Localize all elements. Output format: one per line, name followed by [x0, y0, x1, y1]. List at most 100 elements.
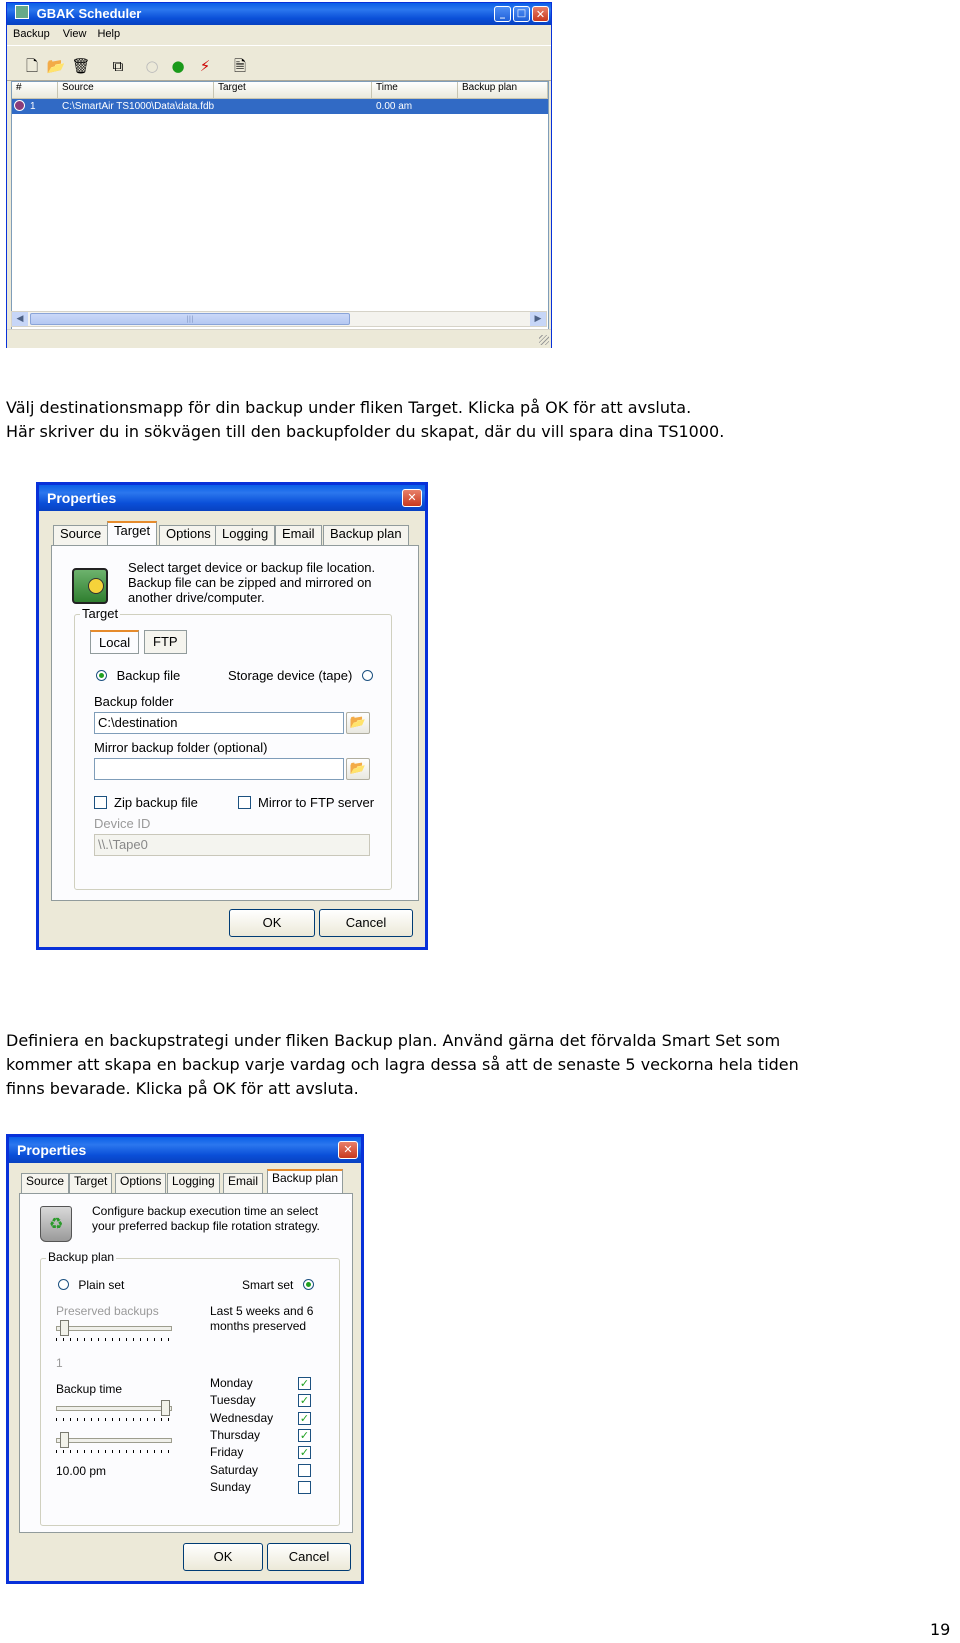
- report-icon[interactable]: 🗎: [229, 55, 251, 77]
- target-description-line2: Backup file can be zipped and mirrored o…: [128, 575, 372, 590]
- run-icon[interactable]: ●: [167, 55, 189, 77]
- close-button[interactable]: ✕: [532, 6, 549, 22]
- recycle-bin-icon: ♻: [40, 1206, 72, 1242]
- target-description-line3: another drive/computer.: [128, 590, 265, 605]
- resize-grip-icon[interactable]: [539, 335, 549, 345]
- scroll-left-icon[interactable]: ◀: [12, 312, 28, 326]
- properties-target-title: Properties: [47, 490, 117, 506]
- slider-thumb[interactable]: [60, 1320, 69, 1336]
- new-icon[interactable]: 🗋: [21, 55, 43, 77]
- properties-plan-close-button[interactable]: ✕: [338, 1141, 358, 1159]
- column-header-target[interactable]: Target: [214, 82, 372, 98]
- radio-backup-file-label: Backup file: [116, 668, 181, 683]
- mirror-folder-input[interactable]: [94, 758, 344, 780]
- slider-thumb[interactable]: [60, 1432, 69, 1448]
- menu-bar: Backup View Help: [7, 25, 551, 43]
- properties-plan-dialog: Properties ✕ Source Target Options Loggi…: [6, 1134, 364, 1584]
- preserved-backups-slider[interactable]: [56, 1320, 172, 1341]
- paragraph2-line1: Definiera en backupstrategi under fliken…: [6, 1031, 781, 1050]
- day-checkbox-tuesday[interactable]: ✓: [298, 1394, 311, 1408]
- row-source: C:\SmartAir TS1000\Data\data.fdb: [62, 101, 215, 112]
- scroll-grip: |||: [186, 315, 194, 323]
- properties-target-close-button[interactable]: ✕: [402, 489, 422, 507]
- preserved-backups-label: Preserved backups: [56, 1304, 159, 1318]
- mirror-ftp-checkbox[interactable]: [238, 796, 251, 809]
- properties-plan-titlebar[interactable]: Properties: [9, 1137, 361, 1163]
- radio-backup-file[interactable]: Backup file: [96, 668, 180, 683]
- browse-mirror-folder-button[interactable]: 📂: [346, 758, 370, 780]
- tab-options[interactable]: Options: [115, 1173, 167, 1193]
- radio-plain-set[interactable]: Plain set: [58, 1278, 124, 1292]
- tab-options[interactable]: Options: [159, 525, 218, 545]
- radio-smart-set[interactable]: Smart set: [242, 1278, 314, 1292]
- day-checkbox-thursday[interactable]: ✓: [298, 1428, 311, 1442]
- slider-track: [56, 1438, 172, 1443]
- day-checkbox-friday[interactable]: ✓: [298, 1446, 311, 1460]
- scheduler-titlebar[interactable]: GBAK Scheduler: [7, 3, 551, 25]
- backup-folder-input[interactable]: C:\destination: [94, 712, 344, 734]
- paragraph1-line2: Här skriver du in sökvägen till den back…: [6, 422, 725, 441]
- copy-icon[interactable]: ⧉: [107, 55, 129, 77]
- zip-backup-checkbox[interactable]: [94, 796, 107, 809]
- backup-time-hour-slider[interactable]: [56, 1400, 172, 1421]
- radio-storage-control[interactable]: [361, 670, 373, 681]
- horizontal-scrollbar[interactable]: ◀ ||| ▶: [11, 311, 547, 327]
- open-folder-icon[interactable]: 📂: [45, 55, 67, 77]
- column-header-num[interactable]: #: [12, 82, 58, 98]
- column-header-time[interactable]: Time: [372, 82, 458, 98]
- cancel-button[interactable]: Cancel: [319, 909, 413, 937]
- radio-smart-set-control[interactable]: [302, 1279, 314, 1290]
- slider-ticks: [56, 1450, 172, 1453]
- slider-track: [56, 1326, 172, 1331]
- menu-help[interactable]: Help: [97, 28, 120, 40]
- target-description-line1: Select target device or backup file loca…: [128, 560, 376, 575]
- menu-view[interactable]: View: [63, 28, 87, 40]
- radio-plain-set-control[interactable]: [58, 1279, 69, 1290]
- browse-backup-folder-button[interactable]: 📂: [346, 712, 370, 734]
- subtab-ftp[interactable]: FTP: [144, 630, 187, 654]
- day-label-saturday: Saturday: [210, 1462, 259, 1477]
- cancel-button[interactable]: Cancel: [267, 1543, 351, 1571]
- minimize-button[interactable]: _: [494, 6, 511, 22]
- delete-icon[interactable]: 🗑: [70, 55, 92, 77]
- device-id-label: Device ID: [94, 816, 151, 831]
- radio-storage-device[interactable]: Storage device (tape): [228, 668, 373, 683]
- tab-source[interactable]: Source: [53, 525, 109, 545]
- slider-ticks: [56, 1338, 172, 1341]
- menu-backup[interactable]: Backup: [13, 28, 50, 40]
- target-tab-panel: Select target device or backup file loca…: [51, 545, 419, 901]
- scroll-right-icon[interactable]: ▶: [530, 312, 546, 326]
- list-header: # Source Target Time Backup plan: [12, 82, 548, 99]
- zip-backup-label: Zip backup file: [114, 795, 198, 810]
- day-checkbox-saturday[interactable]: [298, 1463, 311, 1477]
- ok-button[interactable]: OK: [229, 909, 315, 937]
- tab-email[interactable]: Email: [275, 525, 322, 545]
- paragraph1-line1: Välj destinationsmapp för din backup und…: [6, 398, 692, 417]
- tab-source[interactable]: Source: [21, 1173, 70, 1193]
- day-checkbox-monday[interactable]: ✓: [298, 1377, 311, 1390]
- column-header-backup-plan[interactable]: Backup plan: [458, 82, 548, 98]
- radio-backup-file-control[interactable]: [96, 670, 107, 681]
- slider-thumb[interactable]: [161, 1400, 170, 1416]
- subtab-local[interactable]: Local: [90, 630, 140, 654]
- maximize-button[interactable]: □: [513, 6, 530, 22]
- scroll-thumb[interactable]: |||: [30, 313, 350, 325]
- tab-target[interactable]: Target: [107, 521, 158, 545]
- tab-backup-plan[interactable]: Backup plan: [267, 1169, 344, 1193]
- tab-logging[interactable]: Logging: [215, 525, 276, 545]
- tab-backup-plan[interactable]: Backup plan: [323, 525, 409, 545]
- ok-button[interactable]: OK: [183, 1543, 263, 1571]
- tab-email[interactable]: Email: [223, 1173, 264, 1193]
- backup-time-minute-slider[interactable]: [56, 1432, 172, 1453]
- table-row[interactable]: 1 C:\SmartAir TS1000\Data\data.fdb 0.00 …: [12, 99, 548, 114]
- column-header-source[interactable]: Source: [58, 82, 214, 98]
- day-checkbox-sunday[interactable]: [298, 1480, 311, 1494]
- radio-plain-set-label: Plain set: [78, 1278, 125, 1292]
- properties-target-titlebar[interactable]: Properties: [39, 485, 425, 511]
- tab-target[interactable]: Target: [69, 1173, 113, 1193]
- tab-logging[interactable]: Logging: [167, 1173, 220, 1193]
- stop-icon[interactable]: ○: [141, 55, 163, 77]
- schedule-icon[interactable]: ⚡: [194, 55, 216, 77]
- day-checkbox-wednesday[interactable]: ✓: [298, 1411, 311, 1425]
- scheduler-title: GBAK Scheduler: [36, 6, 142, 21]
